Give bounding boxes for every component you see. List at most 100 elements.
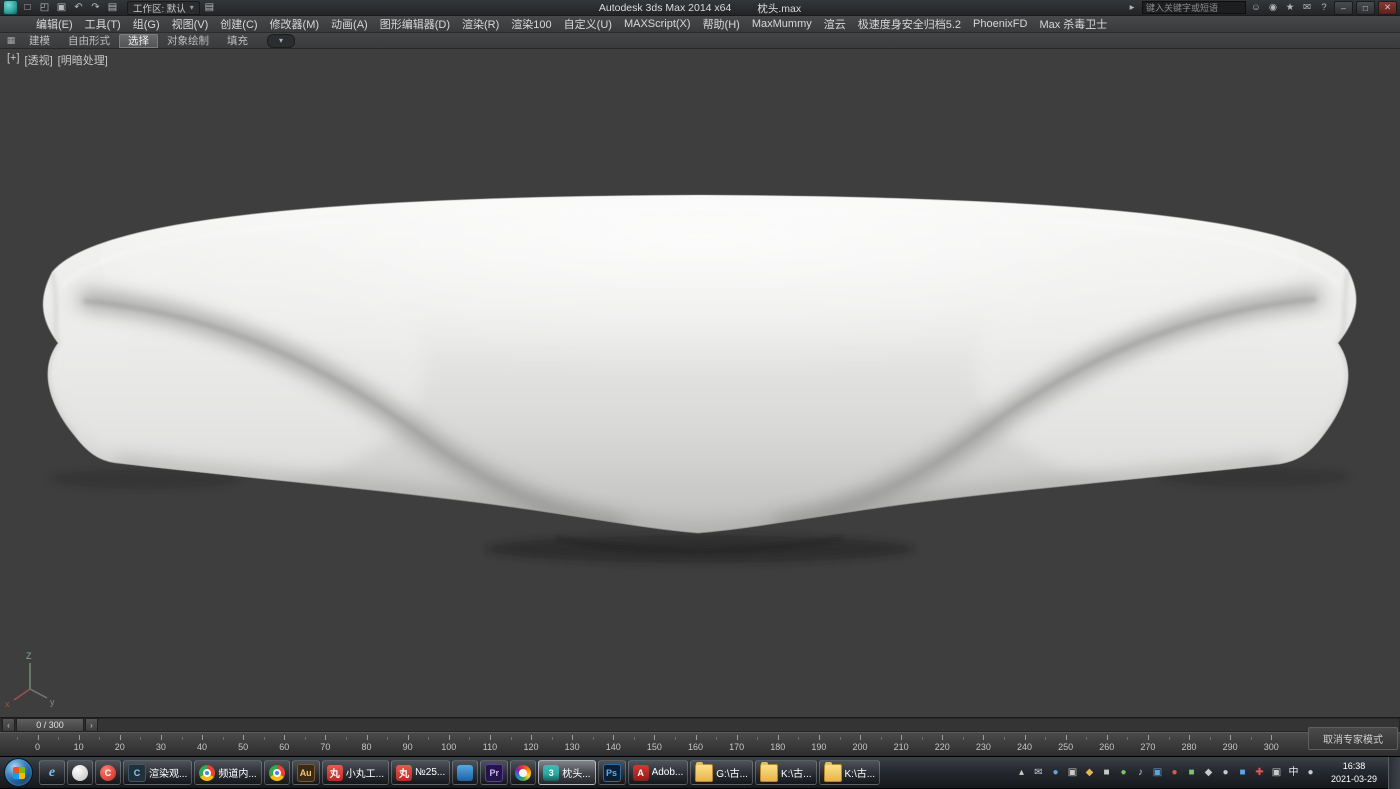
viewport-menu-view[interactable]: [透视] [25, 52, 53, 68]
taskbar-item[interactable]: G:\古... [690, 760, 753, 785]
tray-icon[interactable]: ▣ [1065, 768, 1080, 778]
time-slider-thumb[interactable]: 0 / 300 [16, 718, 84, 732]
menu-item[interactable]: 创建(C) [214, 16, 263, 32]
menu-item[interactable]: 视图(V) [166, 16, 215, 32]
taskbar-item[interactable]: e [39, 760, 65, 785]
menu-item[interactable]: 渲云 [818, 16, 852, 32]
taskbar-item[interactable] [264, 760, 290, 785]
ribbon-tab[interactable]: 对象绘制 [158, 34, 218, 48]
ribbon-minimize-button[interactable]: ▾ [267, 34, 295, 48]
menu-item[interactable]: 极速度身安全归档5.2 [852, 16, 967, 32]
cancel-expert-mode-button[interactable]: 取消专家模式 [1308, 727, 1398, 750]
workspace-dropdown[interactable]: 工作区: 默认 ▾ [127, 1, 200, 15]
taskbar-item[interactable]: 丸 №25... [391, 760, 450, 785]
start-button[interactable] [4, 758, 33, 787]
axis-x-label: x [5, 699, 10, 709]
tray-icon[interactable]: ● [1116, 768, 1131, 778]
menu-item[interactable]: 自定义(U) [558, 16, 618, 32]
ribbon-tab[interactable]: 选择 [119, 34, 158, 48]
tray-icon[interactable]: ◆ [1201, 768, 1216, 778]
viewport-canvas[interactable]: Z x y [0, 49, 1400, 717]
taskbar-item[interactable] [452, 760, 478, 785]
menu-item[interactable]: 组(G) [127, 16, 166, 32]
menu-item[interactable]: PhoenixFD [967, 16, 1033, 32]
frame-previous-button[interactable]: ‹ [2, 718, 15, 732]
menu-item[interactable]: 修改器(M) [264, 16, 326, 32]
ribbon-grid-icon[interactable]: ▦ [4, 35, 18, 46]
help-icon[interactable]: ? [1317, 2, 1331, 13]
ribbon-tab[interactable]: 自由形式 [59, 34, 119, 48]
taskbar-item[interactable]: K:\古... [819, 760, 881, 785]
tray-icon[interactable]: ● [1048, 768, 1063, 778]
workspace-settings-icon[interactable]: ▤ [202, 1, 217, 14]
menu-item[interactable]: 工具(T) [79, 16, 127, 32]
viewport-menu-shading[interactable]: [明暗处理] [58, 52, 108, 68]
time-slider-track[interactable] [98, 718, 1400, 732]
taskbar-item[interactable] [67, 760, 93, 785]
taskbar-item[interactable]: Au [292, 760, 320, 785]
menu-item[interactable]: MAXScript(X) [618, 16, 697, 32]
tray-icon[interactable]: ✉ [1031, 768, 1046, 778]
undo-icon[interactable]: ↶ [71, 1, 86, 14]
menu-item[interactable]: 编辑(E) [30, 16, 79, 32]
open-file-icon[interactable]: ◰ [37, 1, 52, 14]
ribbon-tab[interactable]: 建模 [20, 34, 59, 48]
taskbar-clock[interactable]: 16:38 2021-03-29 [1325, 760, 1383, 784]
taskbar-item[interactable]: 3 枕头... [538, 760, 595, 785]
tray-icon[interactable]: ◆ [1082, 768, 1097, 778]
redo-icon[interactable]: ↷ [88, 1, 103, 14]
search-input[interactable] [1142, 1, 1246, 14]
show-desktop-button[interactable] [1388, 757, 1400, 789]
taskbar-item[interactable]: A Adob... [628, 760, 689, 785]
menu-item[interactable]: 动画(A) [325, 16, 374, 32]
favorites-icon[interactable]: ★ [1283, 2, 1297, 13]
tray-icon[interactable]: ● [1218, 768, 1233, 778]
menu-item[interactable]: 渲染100 [505, 16, 557, 32]
taskbar-item-label: K:\古... [845, 765, 876, 780]
tray-icon[interactable]: ♪ [1133, 768, 1148, 778]
infocenter-icon[interactable]: ◉ [1266, 2, 1280, 13]
tray-icon[interactable]: ■ [1235, 768, 1250, 778]
track-bar[interactable]: 0 10 20 30 40 50 60 70 80 90 100 110 120… [0, 732, 1400, 756]
tray-icon[interactable]: ● [1167, 768, 1182, 778]
tray-icon[interactable]: ■ [1099, 768, 1114, 778]
close-button[interactable]: ✕ [1378, 1, 1397, 15]
tray-icon[interactable]: ■ [1184, 768, 1199, 778]
taskbar-item[interactable]: C [95, 760, 121, 785]
project-folder-icon[interactable]: ▤ [105, 1, 120, 14]
taskbar-item[interactable]: 丸 小丸工... [322, 760, 389, 785]
signin-icon[interactable]: ☺ [1249, 2, 1263, 13]
maximize-button[interactable]: □ [1356, 1, 1375, 15]
tray-icon[interactable]: ✚ [1252, 768, 1267, 778]
taskbar-item-icon [72, 765, 88, 781]
3dsmax-logo-icon[interactable] [3, 0, 18, 15]
taskbar-item[interactable]: C 渲染观... [123, 760, 192, 785]
tray-icon[interactable]: ▣ [1150, 768, 1165, 778]
menu-item[interactable]: 帮助(H) [697, 16, 746, 32]
new-scene-icon[interactable]: □ [20, 1, 35, 14]
taskbar-item[interactable]: 频道内... [194, 760, 261, 785]
tray-icon[interactable]: 中 [1286, 768, 1301, 778]
taskbar-item[interactable]: K:\古... [755, 760, 817, 785]
ribbon-tab[interactable]: 填充 [218, 34, 257, 48]
taskbar-item-label: Adob... [652, 767, 684, 778]
tray-icon[interactable]: ▴ [1014, 768, 1029, 778]
search-history-icon[interactable]: ▸ [1125, 2, 1139, 13]
menu-item[interactable]: Max 杀毒卫士 [1033, 16, 1113, 32]
save-file-icon[interactable]: ▣ [54, 1, 69, 14]
menu-item[interactable]: 渲染(R) [456, 16, 505, 32]
menu-item[interactable]: 图形编辑器(D) [374, 16, 456, 32]
tray-icon[interactable]: ▣ [1269, 768, 1284, 778]
frame-tick: 300 [1251, 733, 1292, 756]
frame-tick: 270 [1127, 733, 1168, 756]
taskbar-item[interactable]: Pr [480, 760, 508, 785]
frame-next-button[interactable]: › [85, 718, 98, 732]
axis-z-label: Z [26, 651, 32, 661]
viewport-menu-plus[interactable]: [+] [7, 52, 20, 68]
communication-icon[interactable]: ✉ [1300, 2, 1314, 13]
tray-icon[interactable]: ● [1303, 768, 1318, 778]
taskbar-item[interactable]: Ps [598, 760, 626, 785]
taskbar-item[interactable] [510, 760, 536, 785]
menu-item[interactable]: MaxMummy [746, 16, 818, 32]
minimize-button[interactable]: – [1334, 1, 1353, 15]
